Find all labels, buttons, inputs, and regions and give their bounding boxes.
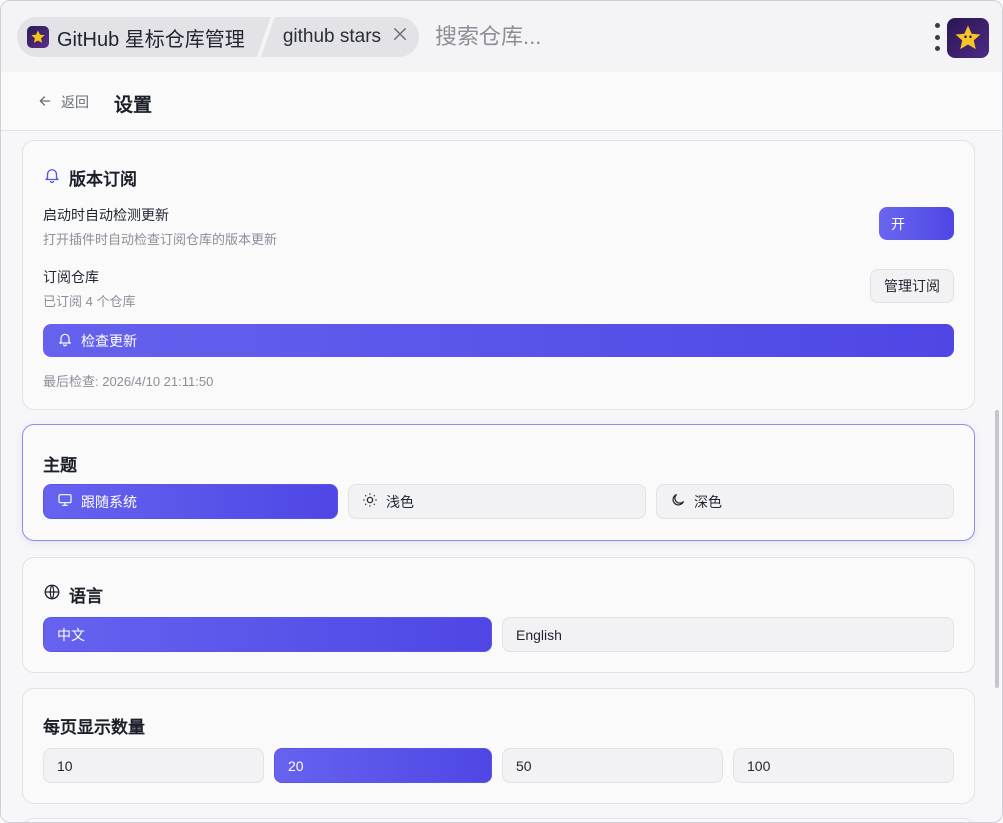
check-updates-button[interactable]: 检查更新 xyxy=(43,324,954,357)
language-option-chinese[interactable]: 中文 xyxy=(43,617,492,652)
app-avatar-icon[interactable] xyxy=(947,18,989,58)
settings-content: 版本订阅 启动时自动检测更新 打开插件时自动检查订阅仓库的版本更新 开 订阅仓库… xyxy=(1,132,1002,822)
auto-check-desc: 打开插件时自动检查订阅仓库的版本更新 xyxy=(43,232,278,247)
top-bar: GitHub 星标仓库管理 github stars xyxy=(1,1,1002,72)
more-menu-icon[interactable] xyxy=(929,21,945,53)
page-size-option-10[interactable]: 10 xyxy=(43,748,264,783)
arrow-left-icon xyxy=(37,93,53,112)
app-window: GitHub 星标仓库管理 github stars 返回 设置 xyxy=(0,0,1003,823)
sun-icon xyxy=(362,492,378,511)
monitor-icon xyxy=(57,492,73,511)
page-size-card: 每页显示数量 10 20 50 100 xyxy=(22,688,975,804)
page-size-option-20[interactable]: 20 xyxy=(274,748,492,783)
check-updates-label: 检查更新 xyxy=(81,332,137,349)
back-label: 返回 xyxy=(61,94,89,110)
language-option-english[interactable]: English xyxy=(502,617,954,652)
language-title: 语言 xyxy=(43,582,103,607)
subscription-card: 版本订阅 启动时自动检测更新 打开插件时自动检查订阅仓库的版本更新 开 订阅仓库… xyxy=(22,140,975,410)
query-chip-label: github stars xyxy=(282,26,382,47)
theme-option-dark[interactable]: 深色 xyxy=(656,484,954,519)
page-size-option-50[interactable]: 50 xyxy=(502,748,723,783)
theme-card: 主题 跟随系统 浅色 深色 xyxy=(22,424,975,541)
theme-title: 主题 xyxy=(43,456,77,475)
language-card: 语言 中文 English xyxy=(22,557,975,673)
theme-option-system[interactable]: 跟随系统 xyxy=(43,484,338,519)
globe-icon xyxy=(43,583,61,606)
vertical-scrollbar[interactable] xyxy=(995,410,999,688)
manage-subscriptions-button[interactable]: 管理订阅 xyxy=(870,269,954,303)
app-chip-label: GitHub 星标仓库管理 xyxy=(57,28,245,51)
subscription-title: 版本订阅 xyxy=(43,165,137,190)
next-card-edge xyxy=(22,818,975,822)
settings-header: 返回 设置 xyxy=(1,72,1002,131)
moon-icon xyxy=(670,492,686,511)
bell-icon xyxy=(43,166,61,189)
bell-icon xyxy=(57,331,73,350)
app-star-icon xyxy=(27,26,49,48)
back-button[interactable]: 返回 xyxy=(37,92,89,112)
theme-option-light[interactable]: 浅色 xyxy=(348,484,646,519)
omnibox: GitHub 星标仓库管理 github stars xyxy=(17,17,856,57)
app-chip[interactable]: GitHub 星标仓库管理 xyxy=(17,17,271,57)
query-chip[interactable]: github stars xyxy=(260,17,420,57)
page-size-title: 每页显示数量 xyxy=(43,718,145,737)
close-icon[interactable] xyxy=(391,25,409,49)
page-size-option-100[interactable]: 100 xyxy=(733,748,954,783)
repos-desc: 已订阅 4 个仓库 xyxy=(43,294,136,309)
auto-check-toggle[interactable]: 开 xyxy=(879,207,954,240)
last-check-time: 最后检查: 2026/4/10 21:11:50 xyxy=(43,374,214,389)
page-title: 设置 xyxy=(114,95,153,116)
auto-check-title: 启动时自动检测更新 xyxy=(43,207,169,223)
repos-title: 订阅仓库 xyxy=(43,269,99,285)
search-input[interactable] xyxy=(435,24,856,50)
